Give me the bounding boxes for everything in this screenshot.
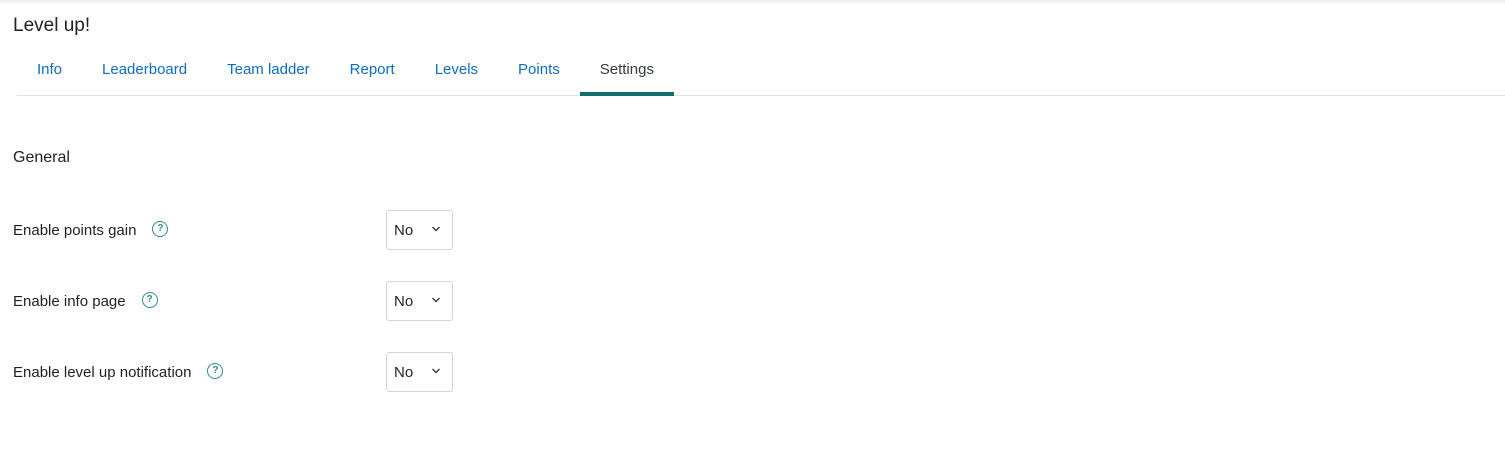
tab-leaderboard[interactable]: Leaderboard: [82, 48, 207, 95]
tab-bar: Info Leaderboard Team ladder Report Leve…: [17, 48, 1505, 96]
question-circle-icon[interactable]: ?: [141, 292, 158, 309]
setting-label-text: Enable level up notification: [13, 364, 192, 381]
setting-label-text: Enable points gain: [13, 222, 137, 239]
tab-info[interactable]: Info: [17, 48, 82, 95]
question-circle-icon[interactable]: ?: [152, 221, 169, 238]
page-title: Level up!: [13, 15, 91, 36]
setting-row-points-gain: Enable points gain? No: [13, 210, 613, 252]
chevron-down-icon: [432, 226, 440, 232]
setting-label: Enable points gain?: [13, 221, 169, 239]
select-value: No: [394, 293, 414, 310]
chevron-down-icon: [432, 368, 440, 374]
select-value: No: [394, 222, 414, 239]
tab-points[interactable]: Points: [498, 48, 580, 95]
tab-levels[interactable]: Levels: [415, 48, 498, 95]
setting-label: Enable level up notification?: [13, 363, 224, 381]
setting-label-text: Enable info page: [13, 293, 126, 310]
tab-settings[interactable]: Settings: [579, 48, 675, 96]
top-divider: [0, 0, 1505, 3]
select-value: No: [394, 364, 414, 381]
setting-row-level-up-notification: Enable level up notification? No: [13, 352, 613, 394]
tab-report[interactable]: Report: [330, 48, 415, 95]
enable-info-page-select[interactable]: No: [386, 281, 453, 321]
enable-points-gain-select[interactable]: No: [386, 210, 453, 250]
setting-label: Enable info page?: [13, 292, 158, 310]
tab-team-ladder[interactable]: Team ladder: [207, 48, 330, 95]
enable-level-up-notification-select[interactable]: No: [386, 352, 453, 392]
chevron-down-icon: [432, 297, 440, 303]
section-title-general: General: [13, 149, 70, 166]
setting-row-info-page: Enable info page? No: [13, 281, 613, 323]
question-circle-icon[interactable]: ?: [207, 363, 224, 380]
